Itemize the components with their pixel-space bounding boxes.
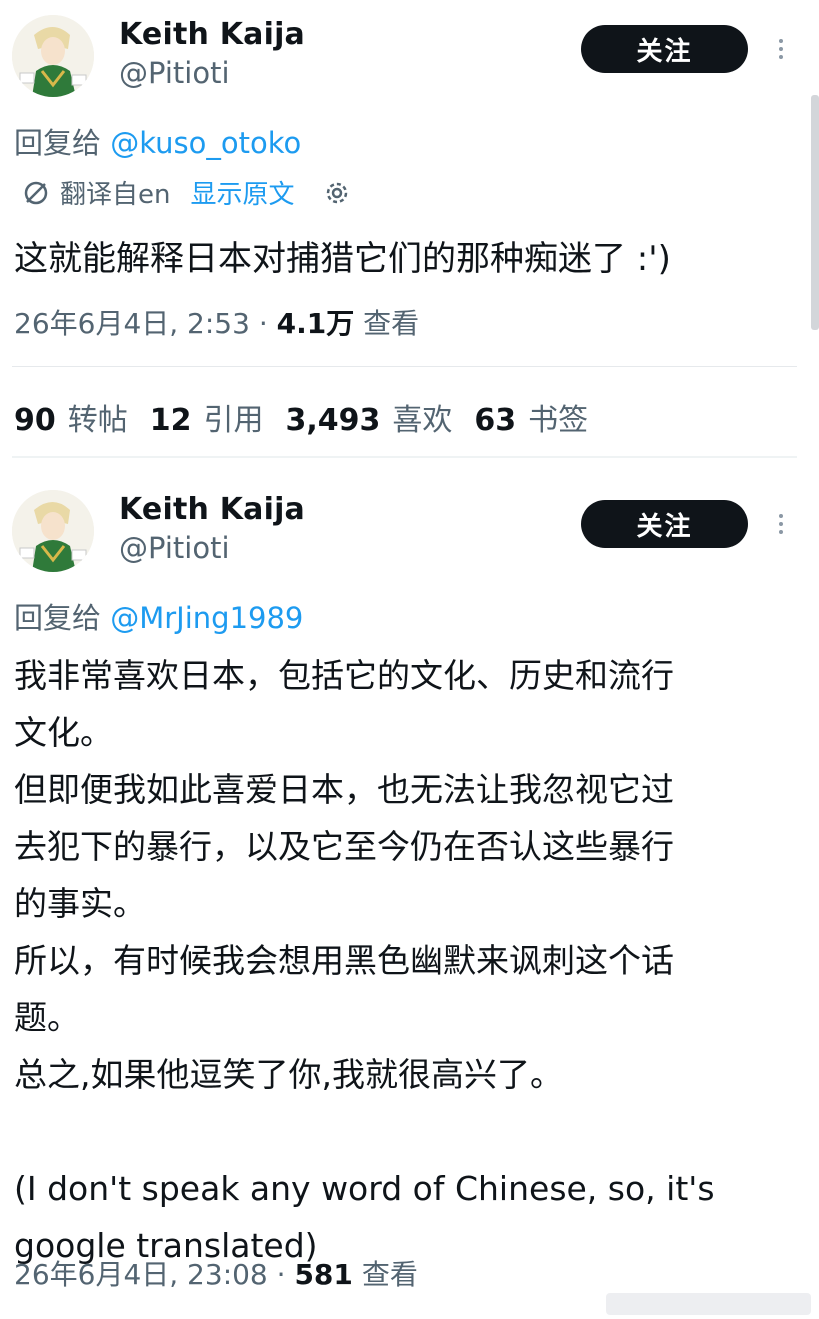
reply-prefix: 回复给 — [14, 126, 102, 160]
text-line: 所以，有时候我会想用黑色幽默来讽刺这个话 — [14, 941, 674, 980]
tweet-meta: 26年6月4日, 2:53 · 4.1万 查看 — [14, 302, 419, 342]
text-line: 题。 — [14, 998, 80, 1037]
author-name[interactable]: Keith Kaija — [119, 492, 305, 527]
reply-mention-link[interactable]: @MrJing1989 — [110, 601, 303, 635]
avatar-image — [12, 490, 94, 572]
text-line: 总之,如果他逗笑了你,我就很高兴了。 — [14, 1055, 563, 1094]
scrollbar[interactable] — [811, 95, 819, 330]
avatar-image — [12, 15, 94, 97]
translation-row: 翻译自en 显示原文 — [22, 174, 351, 211]
divider — [12, 366, 797, 367]
text-line: 的事实。 — [14, 884, 146, 923]
avatar[interactable] — [12, 490, 94, 572]
tweet-1: Keith Kaija @Pitioti 关注 回复给 @kuso_otoko … — [0, 0, 819, 360]
stat-likes[interactable]: 3,493 喜欢 — [286, 395, 453, 439]
views-label: 查看 — [363, 307, 420, 340]
text-line: 文化。 — [14, 713, 113, 752]
divider — [12, 456, 797, 458]
tweet-text: 我非常喜欢日本，包括它的文化、历史和流行 文化。 但即便我如此喜爱日本，也无法让… — [14, 647, 789, 1274]
view-count: 581 — [294, 1258, 353, 1291]
author-handle[interactable]: @Pitioti — [119, 56, 230, 90]
text-line: 我非常喜欢日本，包括它的文化、历史和流行 — [14, 656, 674, 695]
reply-mention-link[interactable]: @kuso_otoko — [110, 126, 301, 160]
timestamp[interactable]: 26年6月4日, 2:53 · — [14, 307, 277, 340]
tweet-text: 这就能解释日本对捕猎它们的那种痴迷了 :') — [14, 239, 671, 279]
stat-bookmarks[interactable]: 63 书签 — [474, 395, 588, 439]
author-handle[interactable]: @Pitioti — [119, 531, 230, 565]
text-line: 去犯下的暴行，以及它至今仍在否认这些暴行 — [14, 827, 674, 866]
engagement-stats: 90 转帖 12 引用 3,493 喜欢 63 书签 — [14, 395, 610, 439]
show-original-link[interactable]: 显示原文 — [190, 174, 294, 211]
avatar[interactable] — [12, 15, 94, 97]
view-count: 4.1万 — [276, 307, 355, 340]
reply-to-line: 回复给 @MrJing1989 — [14, 595, 303, 637]
timestamp[interactable]: 26年6月4日, 23:08 · — [14, 1258, 294, 1291]
stat-reposts[interactable]: 90 转帖 — [14, 395, 128, 439]
author-name[interactable]: Keith Kaija — [119, 17, 305, 52]
more-vertical-icon[interactable] — [772, 35, 790, 65]
follow-button[interactable]: 关注 — [581, 25, 748, 73]
more-vertical-icon[interactable] — [772, 510, 790, 540]
translate-icon — [24, 181, 48, 204]
follow-button[interactable]: 关注 — [581, 500, 748, 548]
tweet-meta: 26年6月4日, 23:08 · 581 查看 — [14, 1253, 418, 1293]
reply-prefix: 回复给 — [14, 601, 102, 635]
text-line: (I don't speak any word of Chinese, so, … — [14, 1169, 715, 1208]
gear-icon[interactable] — [323, 179, 351, 207]
views-label: 查看 — [361, 1258, 418, 1291]
text-line: 但即便我如此喜爱日本，也无法让我忽视它过 — [14, 770, 674, 809]
text-line — [14, 1103, 789, 1160]
reply-to-line: 回复给 @kuso_otoko — [14, 120, 301, 162]
watermark-overlay — [606, 1293, 811, 1315]
translated-from-label: 翻译自en — [60, 180, 171, 210]
tweet-2: Keith Kaija @Pitioti 关注 回复给 @MrJing1989 … — [0, 475, 819, 1305]
stat-quotes[interactable]: 12 引用 — [150, 395, 264, 439]
